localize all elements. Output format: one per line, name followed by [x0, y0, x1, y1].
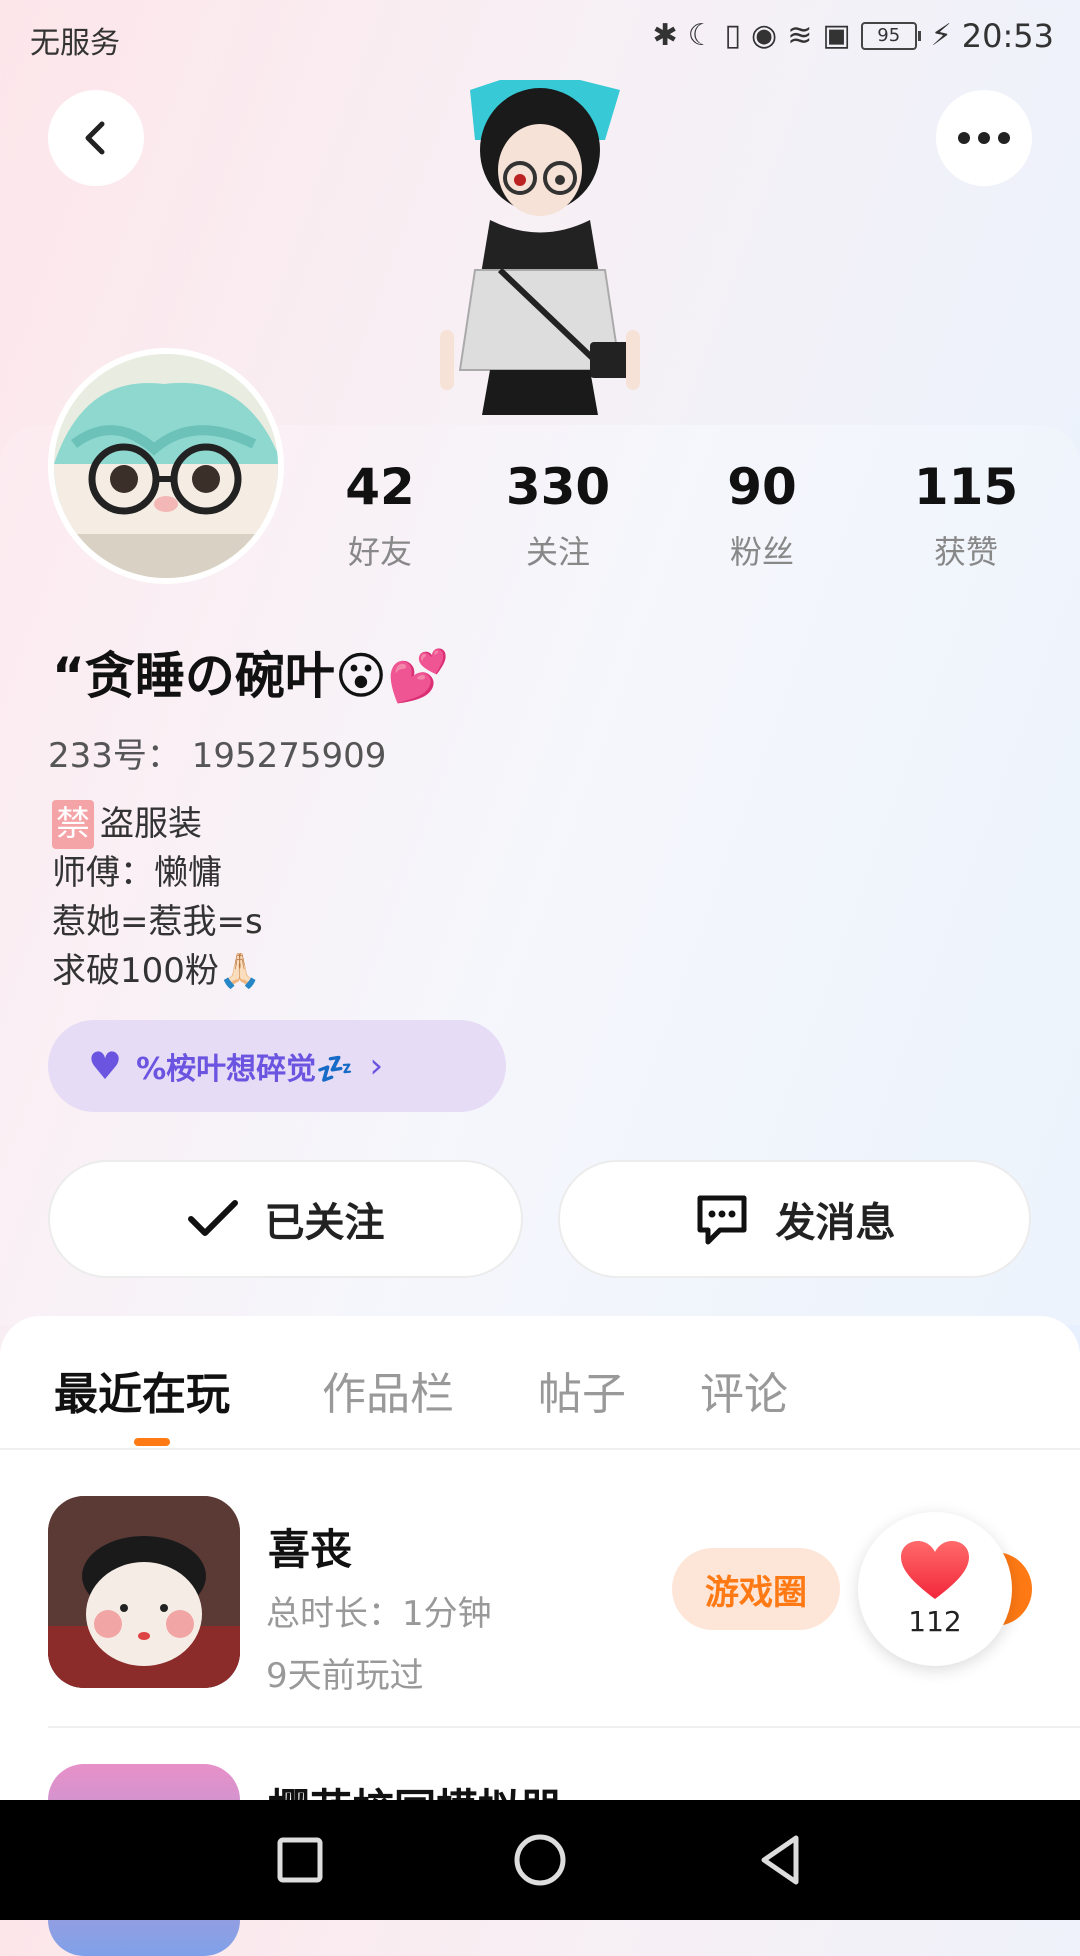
avatar[interactable] [48, 348, 284, 584]
tab-works[interactable]: 作品栏 [322, 1358, 454, 1422]
bluetooth-icon: ✱ [652, 18, 678, 53]
eye-icon: ◉ [751, 18, 778, 53]
stat-label: 粉丝 [729, 533, 794, 571]
nickname: “贪睡の碗叶😮💕 [52, 647, 450, 705]
message-label: 发消息 [775, 1200, 896, 1246]
tab-comments[interactable]: 评论 [700, 1358, 788, 1422]
divider [48, 1726, 1080, 1728]
stat-value: 330 [505, 458, 611, 516]
more-button[interactable] [936, 90, 1032, 186]
game-list-item[interactable]: 喜丧 总时长：1分钟 9天前玩过 游戏圈 112 [48, 1496, 1080, 1726]
bio: 禁盗服装 师傅：懒慵 惹她=惹我=s 求破100粉🙏🏻 [52, 800, 263, 996]
home-circle-icon[interactable] [510, 1830, 570, 1890]
tab-posts[interactable]: 帖子 [538, 1358, 626, 1422]
stat-value: 90 [727, 458, 797, 516]
recents-square-icon[interactable] [270, 1830, 330, 1890]
tab-recently-played[interactable]: 最近在玩 [54, 1358, 230, 1422]
back-arrow-icon [85, 121, 105, 155]
clock: 20:53 [961, 17, 1054, 55]
bio-line: 师傅：懒慵 [52, 853, 222, 893]
send-message-button[interactable]: 发消息 [558, 1160, 1031, 1278]
system-nav-bar [0, 1800, 1080, 1920]
stat-fans[interactable]: 90 粉丝 [682, 455, 842, 573]
stat-value: 42 [345, 458, 415, 516]
ban-tag: 禁 [52, 800, 94, 849]
back-button[interactable] [48, 90, 144, 186]
heart-icon: ♥ [88, 1044, 123, 1088]
game-icon [48, 1496, 240, 1688]
game-last-played: 9天前玩过 [266, 1656, 424, 1696]
followed-label: 已关注 [264, 1200, 385, 1246]
like-bubble[interactable]: 112 [858, 1512, 1012, 1666]
game-name: 喜丧 [268, 1525, 353, 1574]
battery-icon: 95 [860, 22, 921, 50]
more-dots-icon [958, 132, 1010, 144]
game-total-time: 总时长：1分钟 [266, 1594, 492, 1634]
bio-line: 盗服装 [100, 804, 202, 844]
moon-icon: ☾ [687, 18, 715, 53]
followed-button[interactable]: 已关注 [48, 1160, 523, 1278]
alert-icon: ▣ [822, 18, 851, 53]
stat-following[interactable]: 330 关注 [478, 455, 638, 573]
stat-label: 关注 [525, 533, 590, 571]
group-link-pill[interactable]: ♥ %桉叶想碎觉💤 › [48, 1020, 506, 1112]
charging-icon: ⚡ [930, 18, 952, 53]
like-count: 112 [908, 1604, 962, 1638]
user-id: 233号： 195275909 [48, 736, 387, 776]
wifi-icon: ≋ [787, 18, 813, 53]
heart-icon [901, 1540, 969, 1599]
avatar-3d-figure [420, 70, 660, 425]
carrier-text: 无服务 [30, 26, 120, 61]
vibrate-icon: ▯ [724, 18, 742, 53]
check-icon [187, 1200, 238, 1236]
stat-value: 115 [913, 458, 1019, 516]
back-triangle-icon[interactable] [750, 1830, 810, 1890]
bio-line: 求破100粉🙏🏻 [52, 951, 262, 991]
game-circle-button[interactable]: 游戏圈 [672, 1548, 840, 1630]
stat-label: 获赞 [933, 533, 998, 571]
stat-friends[interactable]: 42 好友 [300, 455, 460, 573]
tab-indicator [134, 1438, 170, 1446]
status-icons: ✱ ☾ ▯ ◉ ≋ ▣ 95 ⚡ 20:53 [652, 14, 1054, 58]
divider [0, 1448, 1080, 1450]
chevron-right-icon: › [369, 1046, 384, 1086]
chat-bubble-icon [697, 1195, 746, 1245]
status-bar: 无服务 ✱ ☾ ▯ ◉ ≋ ▣ 95 ⚡ 20:53 [0, 0, 1080, 76]
profile-stats: 42 好友 330 关注 90 粉丝 115 获赞 [300, 455, 1060, 585]
stat-likes[interactable]: 115 获赞 [886, 455, 1046, 573]
stat-label: 好友 [347, 533, 412, 571]
bio-line: 惹她=惹我=s [52, 902, 263, 942]
group-link-label: %桉叶想碎觉💤 [136, 1052, 354, 1087]
